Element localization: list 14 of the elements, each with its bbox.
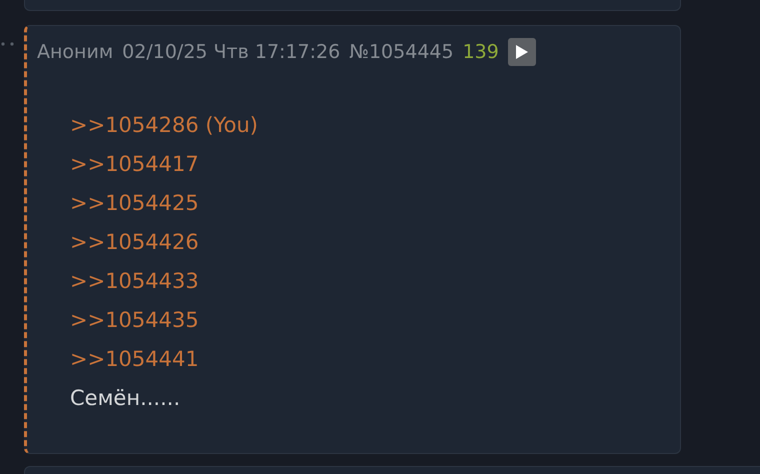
reply-link[interactable]: >>1054441 (70, 340, 199, 379)
post-message: Семён...... (70, 385, 180, 412)
post-number[interactable]: №1054445 (349, 38, 454, 66)
reply-link[interactable]: >>1054426 (70, 223, 199, 262)
reply-count: 139 (462, 40, 499, 65)
play-button[interactable] (508, 38, 536, 66)
reply-link[interactable]: >>1054425 (70, 184, 199, 223)
reply-link[interactable]: >>1054417 (70, 145, 199, 184)
author-name: Аноним (37, 40, 114, 65)
post-date: 02/10/25 Чтв 17:17:26 (122, 40, 340, 65)
reply-link[interactable]: >>1054435 (70, 301, 199, 340)
play-icon (514, 44, 529, 60)
reply-link[interactable]: >>1054286 (You) (70, 106, 258, 145)
reply-link[interactable]: >>1054433 (70, 262, 199, 301)
